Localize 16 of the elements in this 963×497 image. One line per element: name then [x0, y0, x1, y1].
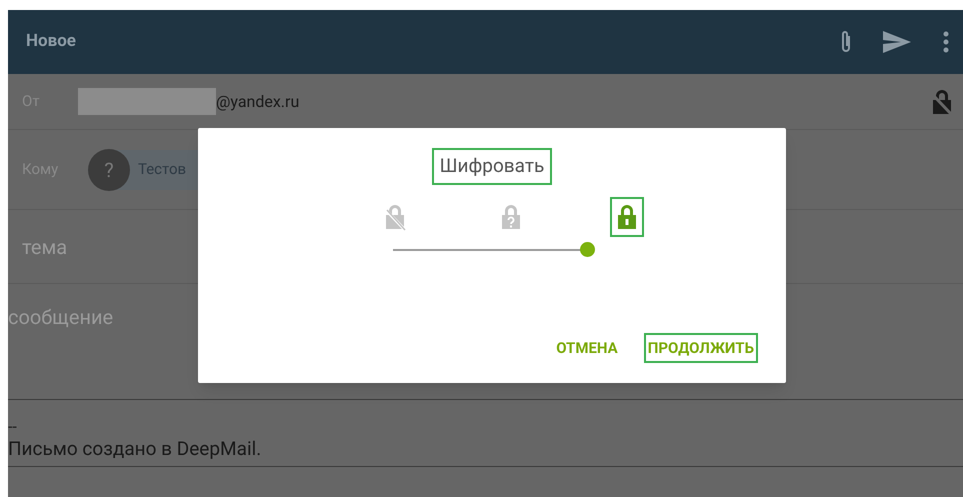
- avatar: ?: [88, 148, 130, 190]
- slider-thumb[interactable]: [580, 242, 595, 256]
- dialog-title: Шифровать: [432, 148, 552, 184]
- unlocked-crossed-icon[interactable]: [384, 202, 406, 230]
- send-icon[interactable]: [883, 31, 911, 53]
- paperclip-icon[interactable]: [839, 29, 853, 55]
- unlocked-crossed-icon[interactable]: [931, 88, 953, 116]
- signature-text: Письмо создано в DeepMail.: [8, 436, 262, 462]
- more-icon[interactable]: [943, 31, 949, 53]
- from-address: @yandex.ru: [216, 90, 300, 112]
- lock-icon[interactable]: [616, 202, 638, 230]
- cancel-button[interactable]: ОТМЕНА: [552, 332, 622, 363]
- signature-separator: --: [8, 418, 18, 436]
- toolbar-title: Новое: [26, 30, 76, 54]
- continue-button[interactable]: ПРОДОЛЖИТЬ: [644, 332, 758, 363]
- lock-question-icon[interactable]: [500, 202, 522, 230]
